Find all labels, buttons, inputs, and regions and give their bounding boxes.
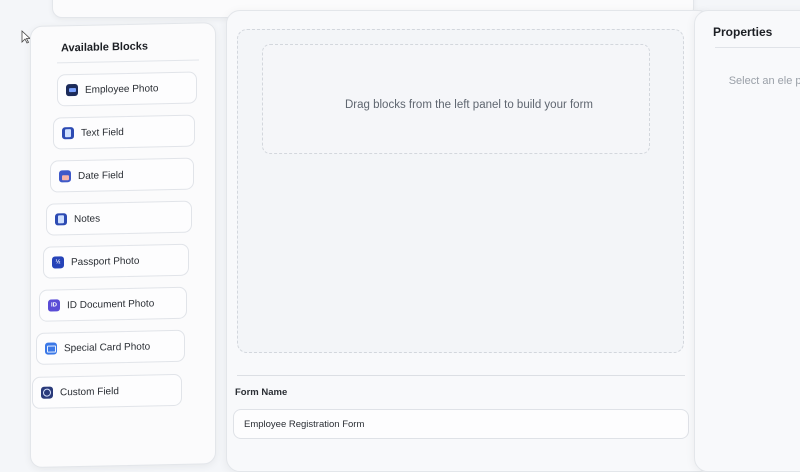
passport-photo-icon: ½ xyxy=(52,256,64,269)
employee-photo-icon xyxy=(66,83,78,97)
properties-panel: Properties Select an ele pro xyxy=(694,10,800,472)
block-custom-field[interactable]: Custom Field xyxy=(32,373,182,409)
block-label: Date Field xyxy=(78,169,124,182)
block-text-field[interactable]: Text Field xyxy=(53,114,195,150)
custom-field-icon xyxy=(41,386,53,399)
block-id-document-photo[interactable]: ID ID Document Photo xyxy=(39,286,187,322)
available-blocks-title: Available Blocks xyxy=(61,40,149,55)
left-divider xyxy=(57,59,199,64)
id-document-photo-icon: ID xyxy=(48,299,60,312)
block-label: Passport Photo xyxy=(71,255,140,268)
form-name-input[interactable]: Employee Registration Form xyxy=(233,409,689,439)
date-field-icon xyxy=(59,170,71,183)
block-special-card-photo[interactable]: Special Card Photo xyxy=(36,329,185,365)
form-drop-zone[interactable] xyxy=(237,29,684,353)
properties-divider xyxy=(715,47,800,48)
notes-icon xyxy=(55,213,67,226)
block-label: Custom Field xyxy=(60,385,119,398)
block-notes[interactable]: Notes xyxy=(46,200,192,236)
block-label: Text Field xyxy=(81,126,124,139)
form-builder-canvas: Drag blocks from the left panel to build… xyxy=(226,10,712,472)
block-passport-photo[interactable]: ½ Passport Photo xyxy=(43,243,189,279)
canvas-divider xyxy=(237,375,685,376)
block-label: Employee Photo xyxy=(85,82,159,96)
special-card-photo-icon xyxy=(45,342,57,355)
block-label: Special Card Photo xyxy=(64,340,151,354)
form-name-label: Form Name xyxy=(235,387,288,398)
block-label: Notes xyxy=(74,213,101,225)
block-label: ID Document Photo xyxy=(67,297,155,311)
text-field-icon xyxy=(62,127,74,140)
block-employee-photo[interactable]: Employee Photo xyxy=(57,71,197,107)
drop-hint-text: Drag blocks from the left panel to build… xyxy=(344,99,593,111)
block-date-field[interactable]: Date Field xyxy=(50,157,194,193)
properties-title: Properties xyxy=(713,25,773,39)
properties-placeholder: Select an ele pro xyxy=(728,75,800,87)
available-blocks-panel: Available Blocks Employee Photo Text Fie… xyxy=(30,22,216,469)
